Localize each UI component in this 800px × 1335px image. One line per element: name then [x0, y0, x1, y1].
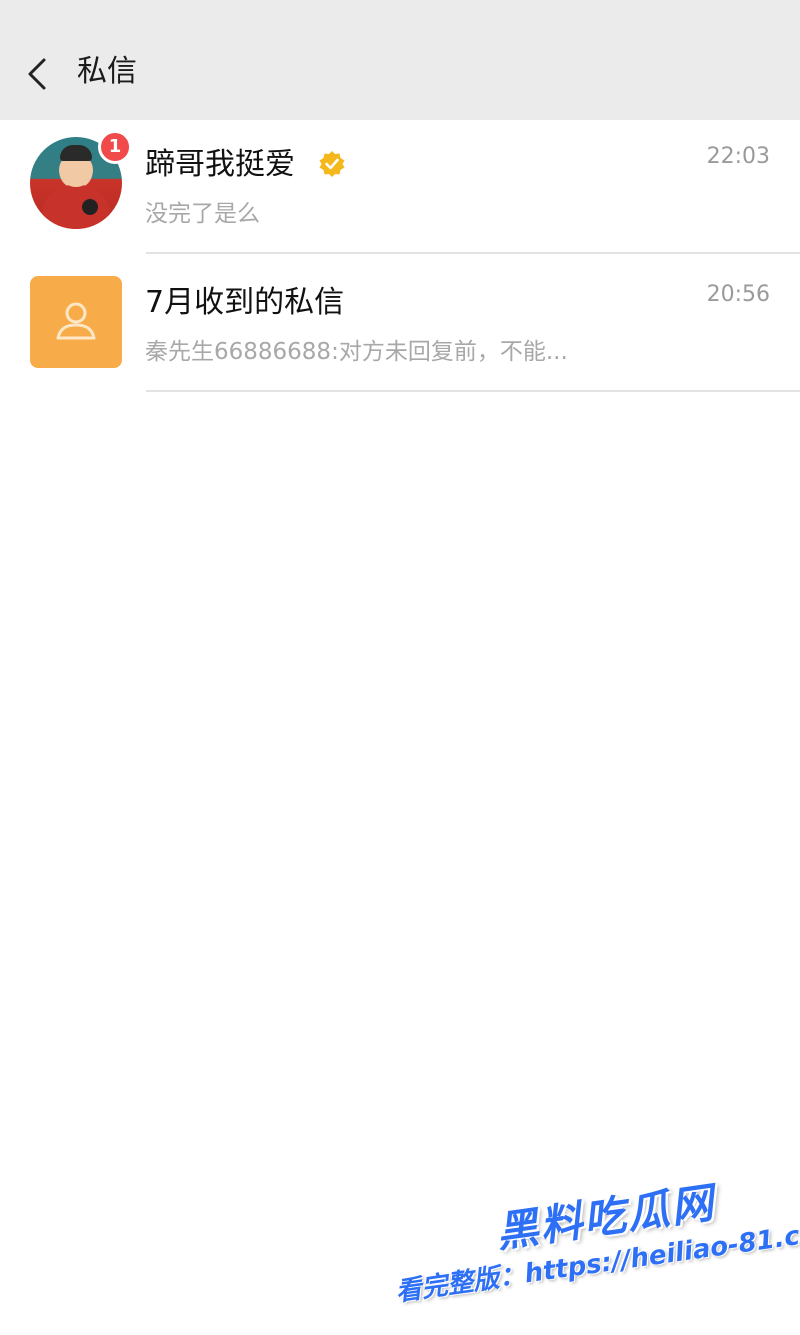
verified-badge-icon	[319, 151, 345, 177]
person-outline-icon	[56, 302, 96, 340]
message-time: 22:03	[706, 144, 770, 169]
conversation-item[interactable]: 7月收到的私信 20:56 秦先生66886688:对方未回复前，不能...	[0, 258, 800, 394]
unread-badge: 1	[98, 130, 132, 164]
page-title: 私信	[77, 54, 137, 89]
message-preview: 秦先生66886688:对方未回复前，不能...	[145, 339, 568, 365]
status-bar	[0, 0, 800, 12]
top-navigation-bar: 私信	[0, 0, 800, 120]
divider	[146, 390, 800, 392]
message-time: 20:56	[706, 282, 770, 307]
chevron-left-icon	[28, 58, 46, 90]
divider	[146, 252, 800, 254]
contact-name: 蹄哥我挺爱	[145, 147, 295, 182]
watermark: 黑料吃瓜网 看完整版：https://heiliao-81.com	[384, 1153, 800, 1335]
back-button[interactable]	[22, 52, 58, 96]
folder-name: 7月收到的私信	[145, 285, 345, 320]
folder-avatar	[30, 276, 122, 368]
message-preview: 没完了是么	[145, 201, 260, 227]
conversation-item[interactable]: 1 蹄哥我挺爱 22:03 没完了是么	[0, 120, 800, 256]
